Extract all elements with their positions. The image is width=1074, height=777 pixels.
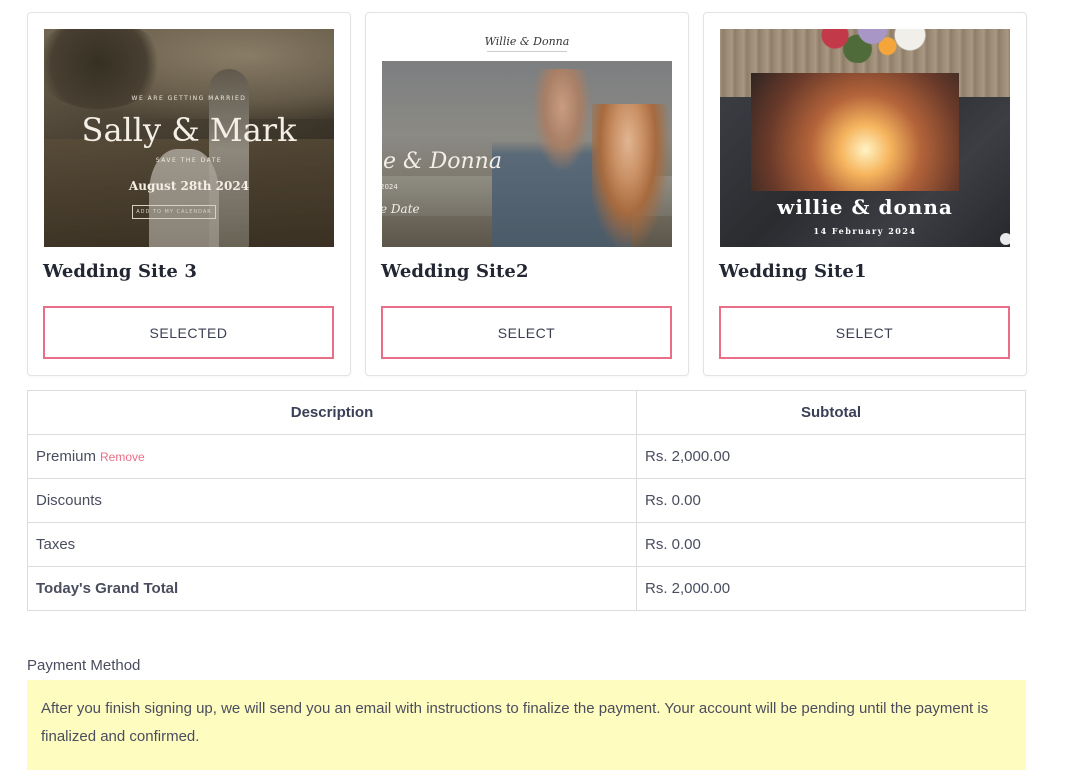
row-subtotal: Rs. 0.00 — [636, 478, 1026, 523]
preview-photo — [751, 73, 959, 191]
row-description: Premium Remove — [27, 434, 637, 479]
description-header: Description — [27, 390, 637, 435]
preview-header: Willie & Donna — [382, 29, 672, 62]
template-preview-image[interactable]: Willie & Donna ie & Donna 2024 e Date — [382, 29, 672, 247]
preview-date: 14 February 2024 — [813, 226, 917, 236]
select-button[interactable]: SELECT — [381, 306, 672, 359]
template-card-wedding-site-2: Willie & Donna ie & Donna 2024 e Date We… — [365, 12, 689, 376]
preview-calendar-button: ADD TO MY CALENDAR — [132, 205, 216, 219]
row-subtotal: Rs. 2,000.00 — [636, 434, 1026, 479]
selected-button[interactable]: SELECTED — [43, 306, 334, 359]
preview-header-names: Willie & Donna — [484, 35, 570, 48]
preview-save-the-date: SAVE THE DATE — [155, 157, 223, 164]
template-preview-image[interactable]: WE ARE GETTING MARRIED Sally & Mark SAVE… — [44, 29, 334, 247]
item-name: Premium — [36, 448, 97, 465]
preview-date: August 28th 2024 — [128, 179, 250, 193]
preview-woman — [592, 104, 672, 247]
subtotal-header: Subtotal — [636, 390, 1026, 435]
row-subtotal: Rs. 0.00 — [636, 522, 1026, 567]
remove-link[interactable]: Remove — [100, 450, 145, 464]
template-card-wedding-site-3: WE ARE GETTING MARRIED Sally & Mark SAVE… — [27, 12, 351, 376]
select-button[interactable]: SELECT — [719, 306, 1010, 359]
grand-total-label: Today's Grand Total — [27, 566, 637, 611]
preview-names: willie & donna — [777, 195, 953, 219]
preview-names: Sally & Mark — [81, 111, 297, 149]
preview-photo-frame — [751, 73, 959, 191]
row-description: Discounts — [27, 478, 637, 523]
table-row: Premium Remove Rs. 2,000.00 — [27, 434, 1026, 479]
row-description: Taxes — [27, 522, 637, 567]
table-row-total: Today's Grand Total Rs. 2,000.00 — [27, 566, 1026, 611]
preview-corner-icon — [1000, 233, 1010, 245]
preview-names: ie & Donna — [382, 149, 502, 174]
preview-header-divider — [487, 51, 567, 52]
template-title: Wedding Site2 — [381, 261, 529, 282]
template-title: Wedding Site1 — [719, 261, 867, 282]
table-header-row: Description Subtotal — [27, 390, 1026, 435]
template-preview-image[interactable]: willie & donna 14 February 2024 — [720, 29, 1010, 247]
template-cards: WE ARE GETTING MARRIED Sally & Mark SAVE… — [27, 12, 1027, 376]
template-title: Wedding Site 3 — [43, 261, 197, 282]
preview-tagline: WE ARE GETTING MARRIED — [131, 95, 247, 102]
order-summary-table: Description Subtotal Premium Remove Rs. 2… — [27, 390, 1026, 611]
template-card-wedding-site-1: willie & donna 14 February 2024 Wedding … — [703, 12, 1027, 376]
grand-total-value: Rs. 2,000.00 — [636, 566, 1026, 611]
table-row: Discounts Rs. 0.00 — [27, 478, 1026, 523]
table-row: Taxes Rs. 0.00 — [27, 522, 1026, 567]
payment-method-label: Payment Method — [27, 657, 141, 674]
preview-year: 2024 — [382, 183, 398, 191]
payment-notice: After you finish signing up, we will sen… — [27, 680, 1026, 770]
preview-save-the-date: e Date — [382, 202, 420, 216]
